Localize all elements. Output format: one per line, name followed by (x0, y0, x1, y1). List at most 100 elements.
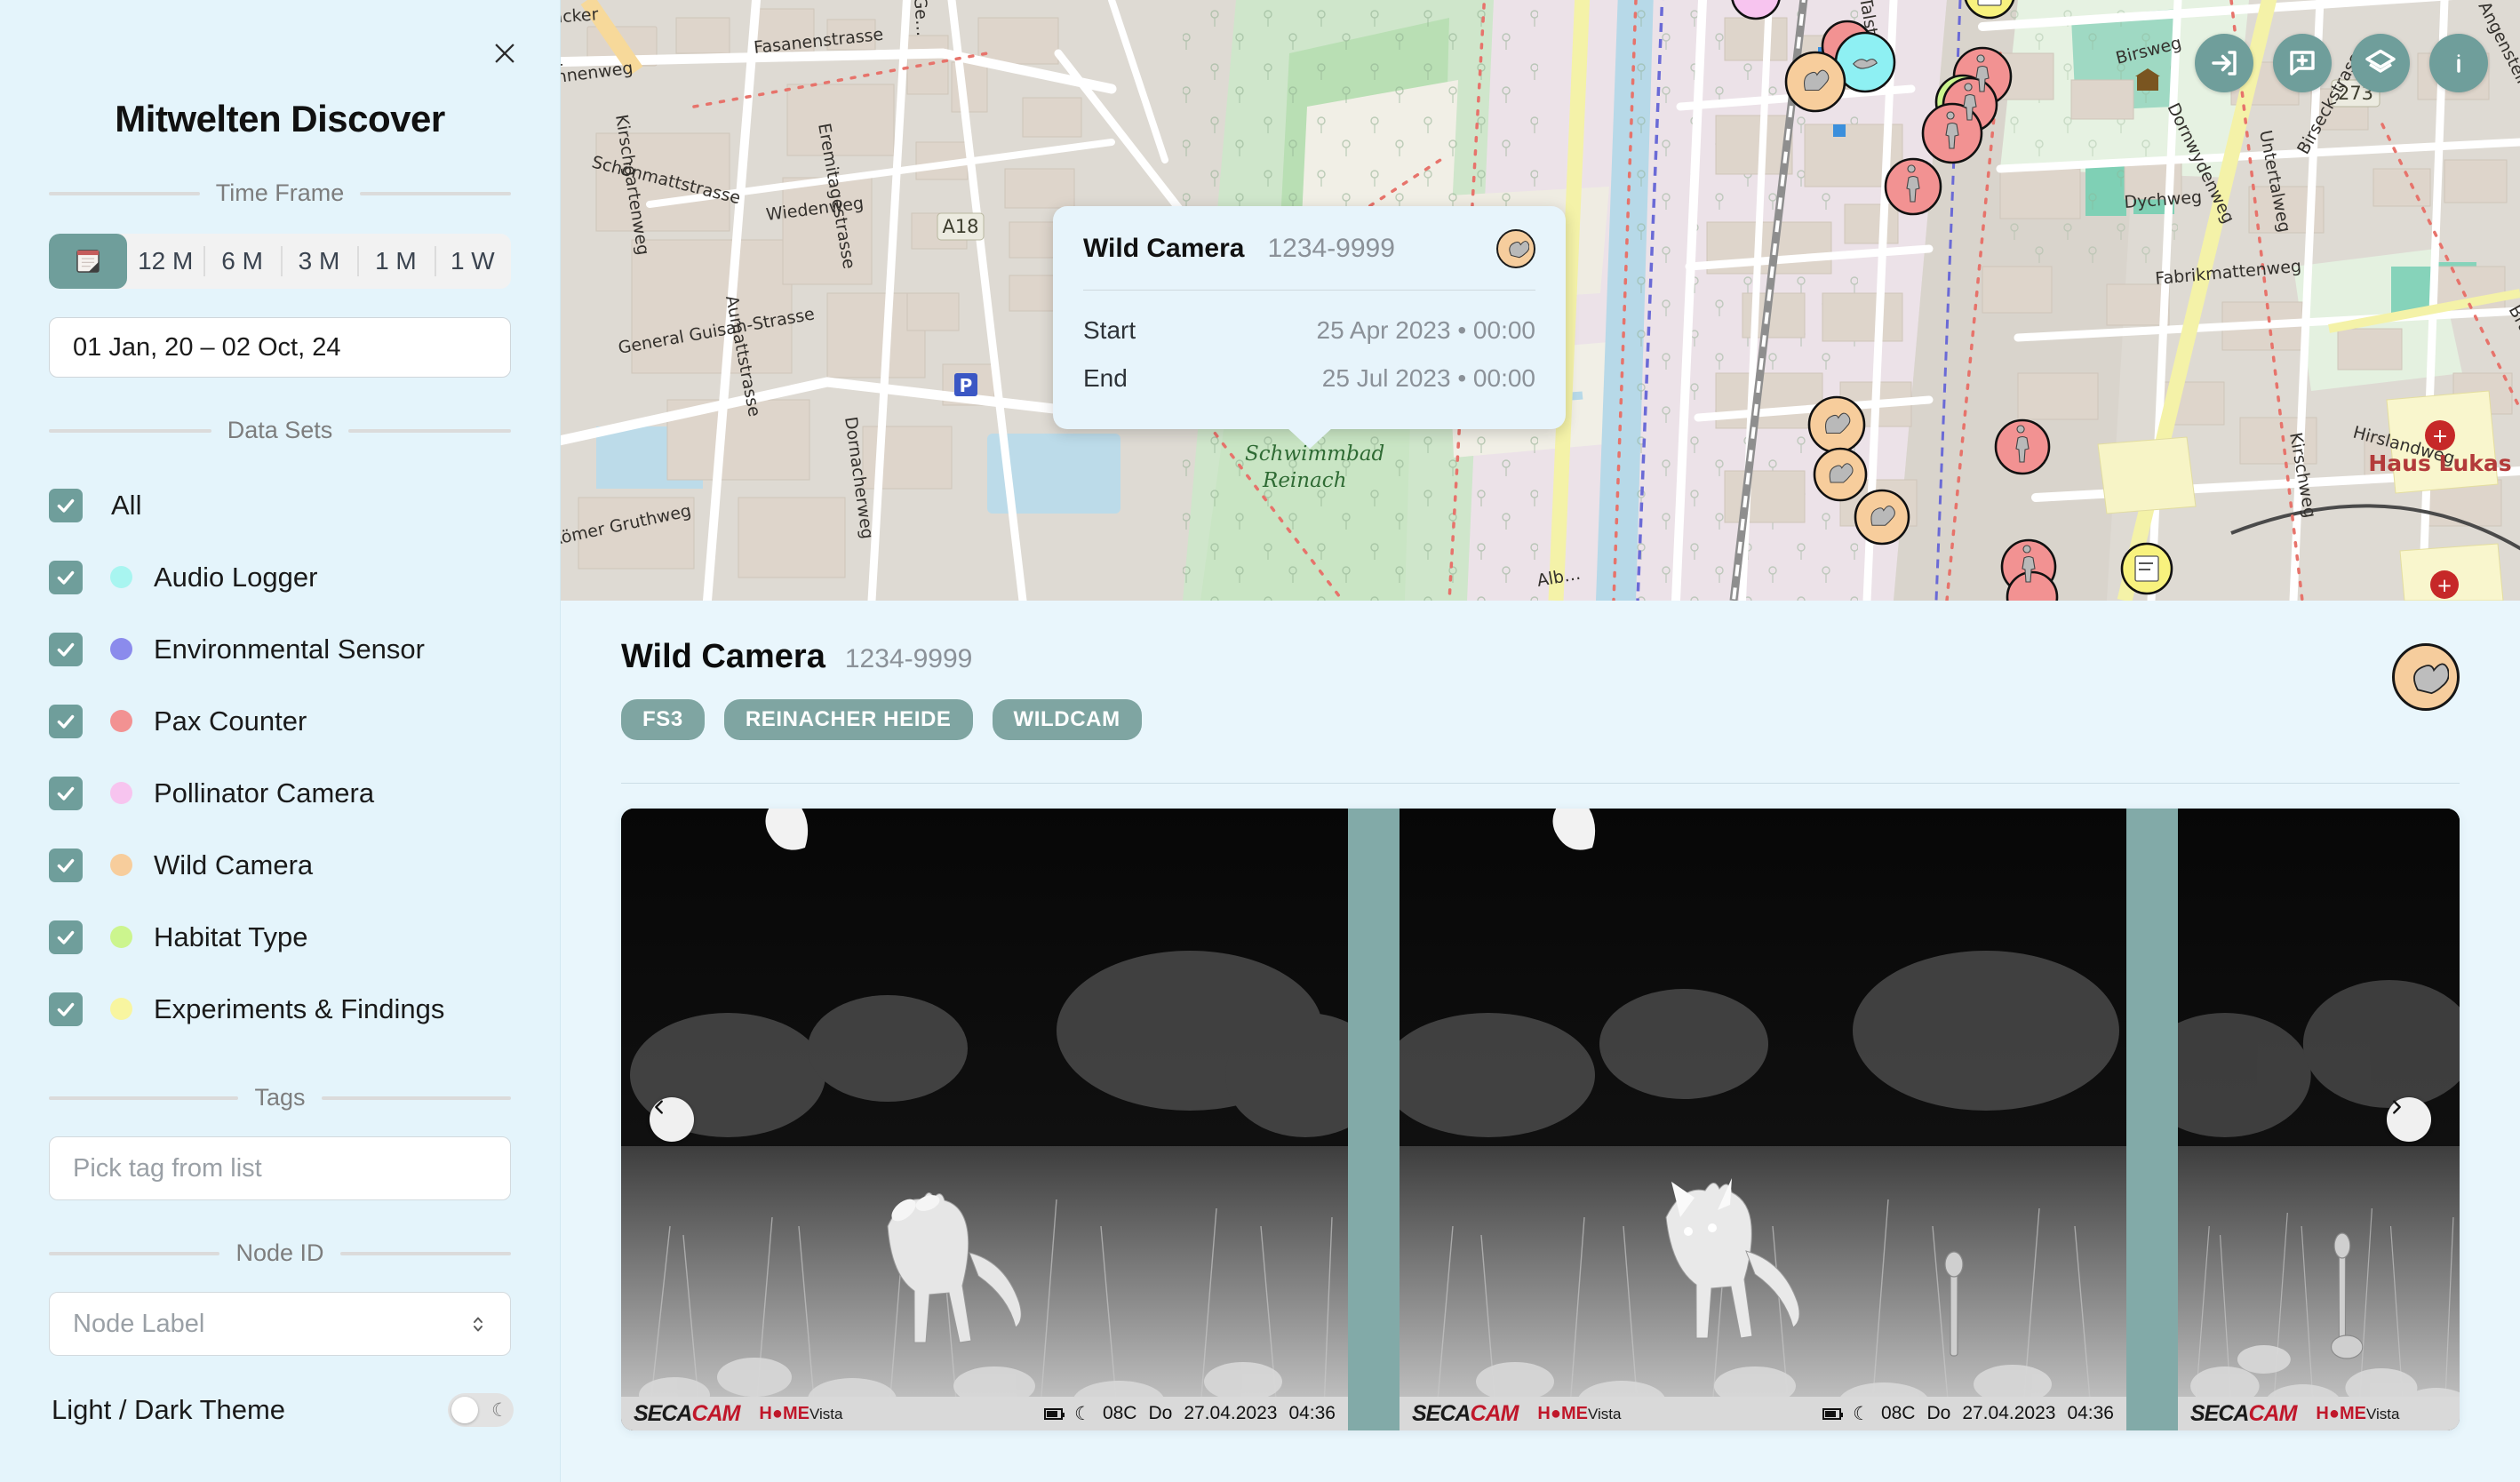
toggle-knob (451, 1397, 478, 1423)
tag-picker-input[interactable]: Pick tag from list (49, 1136, 511, 1200)
carousel-separator (2126, 809, 2178, 1430)
login-arrow-icon[interactable] (2195, 34, 2253, 92)
popup-row-end: End 25 Jul 2023 • 00:00 (1083, 355, 1535, 402)
camera-brand: SECACAM (2190, 1400, 2297, 1426)
node-label-input[interactable]: Node Label (49, 1292, 511, 1356)
camera-date: 27.04.2023 (1184, 1403, 1278, 1423)
moon-icon: ☾ (1074, 1403, 1091, 1424)
trailcam-photo: SECACAM H ● ME Vista ☾ 08C Do 27.04.2023 04… (621, 809, 1348, 1430)
camera-date: 27.04.2023 (1962, 1403, 2056, 1423)
node-label-placeholder: Node Label (73, 1309, 205, 1338)
data-set-label: Audio Logger (154, 561, 318, 593)
color-swatch (110, 782, 132, 804)
popup-title: Wild Camera (1083, 234, 1245, 263)
time-frame-option-6m[interactable]: 6 M (203, 234, 280, 289)
trailcam-photo: SECACAM H ● ME Vista (2178, 809, 2460, 1430)
detail-node-id: 1234-9999 (844, 644, 973, 673)
carousel-slide[interactable]: SECACAM H ● ME Vista ☾ 08C Do 27.04.2023 04… (621, 809, 1348, 1430)
squirrel-icon (2392, 643, 2460, 711)
color-swatch (110, 926, 132, 948)
section-header-data-sets: Data Sets (49, 378, 511, 444)
data-set-label: Pollinator Camera (154, 777, 375, 809)
battery-icon (1822, 1407, 1844, 1420)
tag-chip-reinacher-heide[interactable]: REINACHER HEIDE (723, 699, 973, 740)
sidebar: Mitwelten Discover Time Frame 12 M 6 M 3… (0, 0, 561, 1482)
time-frame-option-1m[interactable]: 1 M (357, 234, 434, 289)
popup-divider (1083, 290, 1535, 291)
popup-header: Wild Camera 1234-9999 (1083, 229, 1535, 268)
checkbox-checked-icon[interactable] (49, 488, 83, 522)
tag-chip-list: FS3 REINACHER HEIDE WILDCAM (621, 699, 1142, 740)
date-range-input[interactable]: 01 Jan, 20 – 02 Oct, 24 (49, 317, 511, 378)
chevron-right-icon[interactable] (2387, 1097, 2431, 1142)
checkbox-checked-icon[interactable] (49, 704, 83, 738)
time-frame-option-1w[interactable]: 1 W (434, 234, 511, 289)
time-frame-option-12m[interactable]: 12 M (127, 234, 203, 289)
carousel-slide[interactable]: SECACAM H ● ME Vista (2178, 809, 2460, 1430)
app-root: Mitwelten Discover Time Frame 12 M 6 M 3… (0, 0, 2520, 1482)
image-carousel[interactable]: SECACAM H ● ME Vista ☾ 08C Do 27.04.2023 04… (621, 809, 2460, 1430)
camera-model: H ● ME Vista (759, 1403, 843, 1423)
checkbox-checked-icon[interactable] (49, 776, 83, 810)
info-icon[interactable] (2429, 34, 2488, 92)
section-label: Node ID (235, 1239, 324, 1266)
camera-model: H ● ME Vista (2316, 1403, 2400, 1423)
tag-chip-fs3[interactable]: FS3 (621, 699, 705, 740)
section-header-node-id: Node ID (49, 1200, 511, 1267)
data-set-label: All (111, 489, 142, 521)
checkbox-checked-icon[interactable] (49, 848, 83, 882)
detail-header: Wild Camera 1234-9999 FS3 REINACHER HEID… (621, 601, 2460, 740)
data-set-item-pax-counter[interactable]: Pax Counter (49, 685, 511, 757)
chevron-updown-icon[interactable] (467, 1311, 489, 1337)
camera-info-strip: SECACAM H ● ME Vista ☾ 08C Do 27.04.2023 04… (621, 1397, 1348, 1430)
svg-text:P: P (960, 375, 973, 396)
carousel-slide[interactable]: SECACAM H ● ME Vista ☾ 08C Do 27.04.2023 04… (1400, 809, 2126, 1430)
time-frame-option-3m[interactable]: 3 M (280, 234, 357, 289)
camera-temp: 08C (1880, 1403, 1916, 1423)
detail-divider (621, 783, 2460, 784)
tag-chip-wildcam[interactable]: WILDCAM (992, 699, 1142, 740)
popup-row-start: Start 25 Apr 2023 • 00:00 (1083, 307, 1535, 355)
checkbox-checked-icon[interactable] (49, 560, 83, 594)
popup-key: End (1083, 364, 1128, 392)
checkbox-checked-icon[interactable] (49, 920, 83, 954)
carousel-separator (1348, 809, 1400, 1430)
detail-title-line: Wild Camera 1234-9999 (621, 638, 1142, 676)
data-set-label: Habitat Type (154, 920, 308, 952)
section-label: Time Frame (215, 179, 345, 206)
close-icon[interactable] (487, 36, 522, 71)
svg-text:Ge…: Ge… (910, 0, 932, 37)
data-set-item-all[interactable]: All (49, 469, 511, 541)
layers-icon[interactable] (2351, 34, 2410, 92)
camera-info-strip: SECACAM H ● ME Vista (2178, 1397, 2460, 1430)
checkbox-checked-icon[interactable] (49, 632, 83, 666)
camera-meta: ☾ 08C Do 27.04.2023 04:36 (1822, 1403, 2114, 1425)
section-header-tags: Tags (49, 1045, 511, 1112)
camera-model-vista: Vista (2365, 1405, 2400, 1422)
photo-content (1400, 809, 2126, 1430)
data-set-item-wild-camera[interactable]: Wild Camera (49, 829, 511, 901)
camera-day: Do (1926, 1403, 1951, 1423)
camera-brand-suffix: CAM (691, 1400, 740, 1426)
camera-time: 04:36 (2067, 1403, 2114, 1423)
checkbox-checked-icon[interactable] (49, 992, 83, 1026)
map-canvas[interactable]: + + P A18 273 Fasanenstrasse Sonnenweg W… (561, 0, 2520, 601)
camera-brand: SECACAM (1412, 1400, 1519, 1426)
photo-content (621, 809, 1348, 1430)
detail-title: Wild Camera (621, 638, 825, 675)
chevron-left-icon[interactable] (650, 1097, 694, 1142)
data-set-item-experiments-findings[interactable]: Experiments & Findings (49, 973, 511, 1045)
theme-toggle[interactable]: ☾ (448, 1393, 514, 1427)
data-set-item-environmental-sensor[interactable]: Environmental Sensor (49, 613, 511, 685)
camera-model: H ● ME Vista (1537, 1403, 1622, 1423)
calendar-icon[interactable] (49, 234, 127, 289)
main-pane: + + P A18 273 Fasanenstrasse Sonnenweg W… (561, 0, 2520, 1482)
color-swatch (110, 638, 132, 660)
data-set-item-habitat-type[interactable]: Habitat Type (49, 901, 511, 973)
data-set-item-pollinator-camera[interactable]: Pollinator Camera (49, 757, 511, 829)
svg-text:Reinach: Reinach (1262, 469, 1347, 492)
comment-plus-icon[interactable] (2273, 34, 2332, 92)
data-set-item-audio-logger[interactable]: Audio Logger (49, 541, 511, 613)
trailcam-photo: SECACAM H ● ME Vista ☾ 08C Do 27.04.2023 04… (1400, 809, 2126, 1430)
section-header-time-frame: Time Frame (49, 140, 511, 207)
